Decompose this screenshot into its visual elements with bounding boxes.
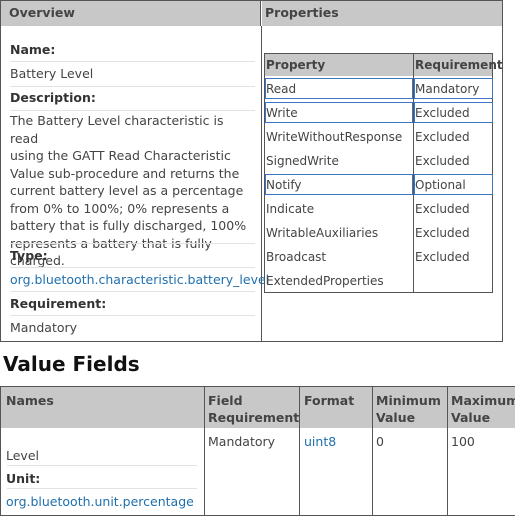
value-fields-heading: Value Fields: [3, 352, 140, 376]
property-requirement: Excluded: [415, 130, 470, 144]
name-value: Battery Level: [10, 66, 94, 81]
description-line: from 0% to 100%; 0% represents a: [10, 200, 230, 216]
property-requirement: Excluded: [415, 250, 470, 264]
property-row: Write Excluded: [265, 102, 493, 126]
header-line: Value: [376, 410, 416, 425]
requirement-value: Mandatory: [10, 320, 78, 335]
property-name: Write: [266, 106, 298, 120]
maximum-value-column-header: Maximum Value: [451, 392, 515, 426]
unit-label: Unit:: [6, 471, 41, 486]
column-divider: [372, 387, 373, 515]
description-line: using the GATT Read Characteristic: [10, 148, 231, 163]
separator: [10, 61, 255, 62]
separator: [10, 291, 255, 292]
header-line: Minimum: [376, 393, 441, 408]
header-line: Maximum: [451, 393, 515, 408]
header-line: Requirement: [208, 410, 300, 425]
separator: [10, 243, 255, 244]
description-line: current battery level as a percentage: [10, 183, 244, 198]
name-label: Name:: [10, 42, 56, 57]
column-divider: [299, 387, 300, 515]
property-requirement: Excluded: [415, 154, 470, 168]
separator: [10, 86, 255, 87]
description-label: Description:: [10, 90, 96, 105]
properties-table-header: Property Requirement: [265, 54, 503, 76]
format-column-header: Format: [304, 393, 355, 408]
value-fields-header: Names Field Requirement Format Minimum V…: [1, 387, 515, 428]
overview-header: Overview: [1, 1, 261, 26]
value-fields-table: Names Field Requirement Format Minimum V…: [0, 386, 515, 516]
description-line: Value sub-procedure and returns the: [10, 165, 240, 181]
property-name: SignedWrite: [266, 154, 339, 168]
separator: [10, 315, 255, 316]
property-name: Broadcast: [266, 250, 327, 264]
field-name: Level: [6, 448, 39, 463]
field-requirement-value: Mandatory: [208, 434, 276, 449]
property-requirement: Excluded: [415, 226, 470, 240]
separator: [7, 488, 197, 489]
property-row: Indicate Excluded: [265, 198, 492, 222]
property-name: Read: [266, 82, 297, 96]
field-requirement-column-header: Field Requirement: [208, 392, 299, 426]
property-name: Indicate: [266, 202, 315, 216]
column-divider: [204, 387, 205, 515]
property-row: WritableAuxiliaries Excluded: [265, 222, 492, 246]
separator: [10, 267, 255, 268]
type-link[interactable]: org.bluetooth.characteristic.battery_lev…: [10, 272, 269, 287]
property-row: WriteWithoutResponse Excluded: [265, 126, 492, 150]
header-line: Field: [208, 393, 243, 408]
property-row: Broadcast Excluded: [265, 246, 492, 270]
separator: [7, 465, 197, 466]
column-divider: [261, 26, 262, 341]
header-line: Value: [451, 410, 491, 425]
column-divider: [447, 387, 448, 515]
description-text: The Battery Level characteristic is read…: [10, 112, 255, 270]
characteristic-summary-table: Overview Properties Name: Battery Level …: [0, 0, 503, 342]
property-row: Read Mandatory: [265, 78, 493, 102]
property-name: WriteWithoutResponse: [266, 130, 403, 144]
property-name: ExtendedProperties: [266, 274, 384, 288]
type-label: Type:: [10, 248, 48, 263]
property-name: WritableAuxiliaries: [266, 226, 379, 240]
property-row: SignedWrite Excluded: [265, 150, 492, 174]
property-column-header: Property: [266, 58, 326, 72]
properties-header: Properties: [262, 1, 502, 26]
separator: [10, 110, 255, 111]
requirement-label: Requirement:: [10, 296, 107, 311]
unit-link[interactable]: org.bluetooth.unit.percentage: [6, 494, 194, 509]
property-name: Notify: [266, 178, 302, 192]
property-row: ExtendedProperties: [265, 270, 492, 294]
maximum-value: 100: [451, 434, 475, 449]
minimum-value-column-header: Minimum Value: [376, 392, 441, 426]
properties-table: Property Requirement Read Mandatory Writ…: [264, 53, 503, 294]
description-line: battery that is fully discharged, 100%: [10, 218, 247, 233]
description-line: The Battery Level characteristic is read: [10, 113, 224, 146]
property-requirement: Mandatory: [415, 82, 480, 96]
names-column-header: Names: [6, 393, 54, 408]
format-link[interactable]: uint8: [304, 434, 336, 449]
minimum-value: 0: [376, 434, 384, 449]
property-row: Notify Optional: [265, 174, 493, 198]
requirement-column-header: Requirement: [415, 58, 503, 72]
property-requirement: Excluded: [415, 202, 470, 216]
property-requirement: Optional: [415, 178, 466, 192]
property-requirement: Excluded: [415, 106, 470, 120]
